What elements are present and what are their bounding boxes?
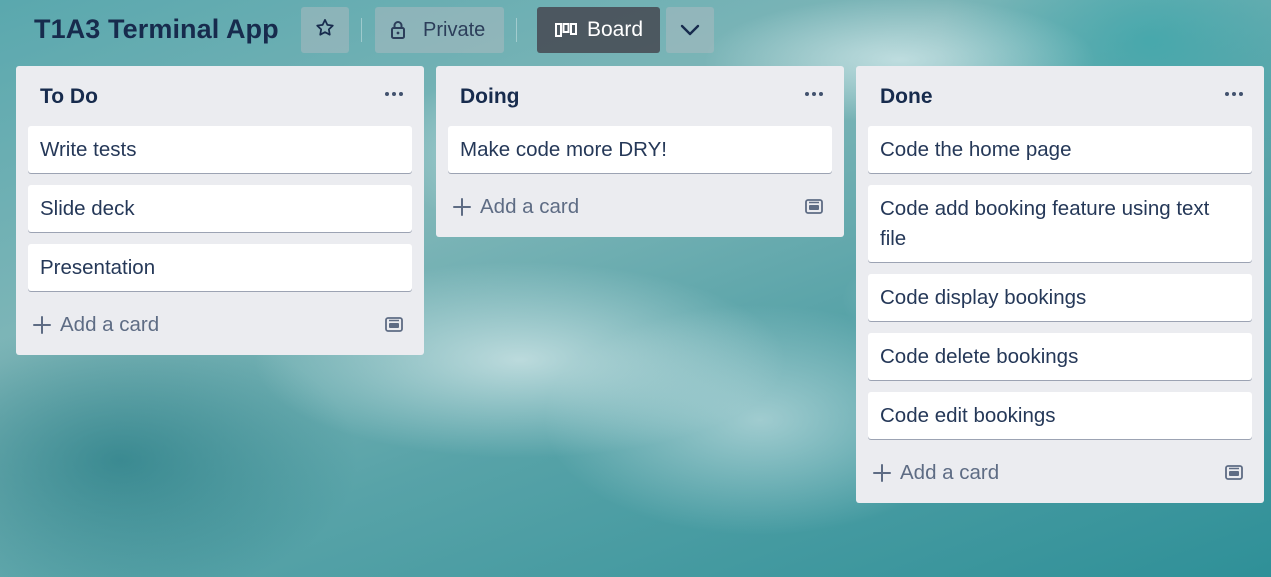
card[interactable]: Write tests (28, 126, 412, 173)
view-switcher-button[interactable] (666, 7, 714, 53)
add-card-row: Add a card (436, 183, 844, 237)
list-header: To Do (16, 66, 424, 126)
plus-icon (452, 197, 472, 217)
list-to-do: To Do Write tests Slide deck Presentatio… (16, 66, 424, 355)
board-view-label: Board (587, 18, 644, 41)
list-title[interactable]: To Do (40, 85, 98, 109)
card-title: Code add booking feature using text file (880, 197, 1210, 250)
card[interactable]: Code the home page (868, 126, 1252, 173)
card-title: Slide deck (40, 197, 135, 220)
board-title[interactable]: T1A3 Terminal App (34, 14, 279, 45)
card[interactable]: Make code more DRY! (448, 126, 832, 173)
chevron-down-icon (679, 23, 701, 37)
add-card-button[interactable]: Add a card (872, 455, 999, 491)
list-title[interactable]: Done (880, 85, 933, 109)
star-button[interactable] (301, 7, 349, 53)
list-menu-button[interactable] (1222, 82, 1246, 106)
card[interactable]: Code edit bookings (868, 392, 1252, 439)
star-icon (314, 17, 336, 44)
card-title: Presentation (40, 256, 156, 279)
header-divider (361, 18, 362, 42)
card[interactable]: Code display bookings (868, 274, 1252, 321)
add-card-label: Add a card (60, 313, 160, 336)
list-menu-button[interactable] (382, 82, 406, 106)
card[interactable]: Presentation (28, 244, 412, 291)
card[interactable]: Slide deck (28, 185, 412, 232)
add-card-button[interactable]: Add a card (32, 307, 159, 343)
add-card-button[interactable]: Add a card (452, 189, 579, 225)
card-title: Code delete bookings (880, 345, 1079, 368)
card-template-icon (804, 198, 824, 216)
card-template-icon (1224, 464, 1244, 482)
add-card-row: Add a card (856, 449, 1264, 503)
list-header: Doing (436, 66, 844, 126)
add-card-label: Add a card (480, 195, 580, 218)
header-divider (516, 18, 517, 42)
list-done: Done Code the home page Code add booking… (856, 66, 1264, 503)
board-view-icon (555, 23, 577, 37)
board-header: T1A3 Terminal App Private Board (0, 0, 1271, 62)
list-header: Done (856, 66, 1264, 126)
board-view-button[interactable]: Board (537, 7, 660, 53)
card-title: Code edit bookings (880, 404, 1056, 427)
create-from-template-button[interactable] (1222, 461, 1246, 485)
create-from-template-button[interactable] (802, 195, 826, 219)
card[interactable]: Code delete bookings (868, 333, 1252, 380)
lock-icon (389, 20, 407, 40)
add-card-label: Add a card (900, 461, 1000, 484)
card-title: Write tests (40, 138, 137, 161)
create-from-template-button[interactable] (382, 313, 406, 337)
card-template-icon (384, 316, 404, 334)
visibility-button[interactable]: Private (375, 7, 504, 53)
more-icon (384, 91, 404, 97)
plus-icon (872, 463, 892, 483)
card[interactable]: Code add booking feature using text file (868, 185, 1252, 262)
list-doing: Doing Make code more DRY! Add a card (436, 66, 844, 237)
list-title[interactable]: Doing (460, 85, 519, 109)
card-title: Code the home page (880, 138, 1072, 161)
visibility-label: Private (423, 18, 486, 41)
card-title: Code display bookings (880, 286, 1087, 309)
card-title: Make code more DRY! (460, 138, 667, 161)
list-menu-button[interactable] (802, 82, 826, 106)
more-icon (1224, 91, 1244, 97)
plus-icon (32, 315, 52, 335)
more-icon (804, 91, 824, 97)
add-card-row: Add a card (16, 301, 424, 355)
